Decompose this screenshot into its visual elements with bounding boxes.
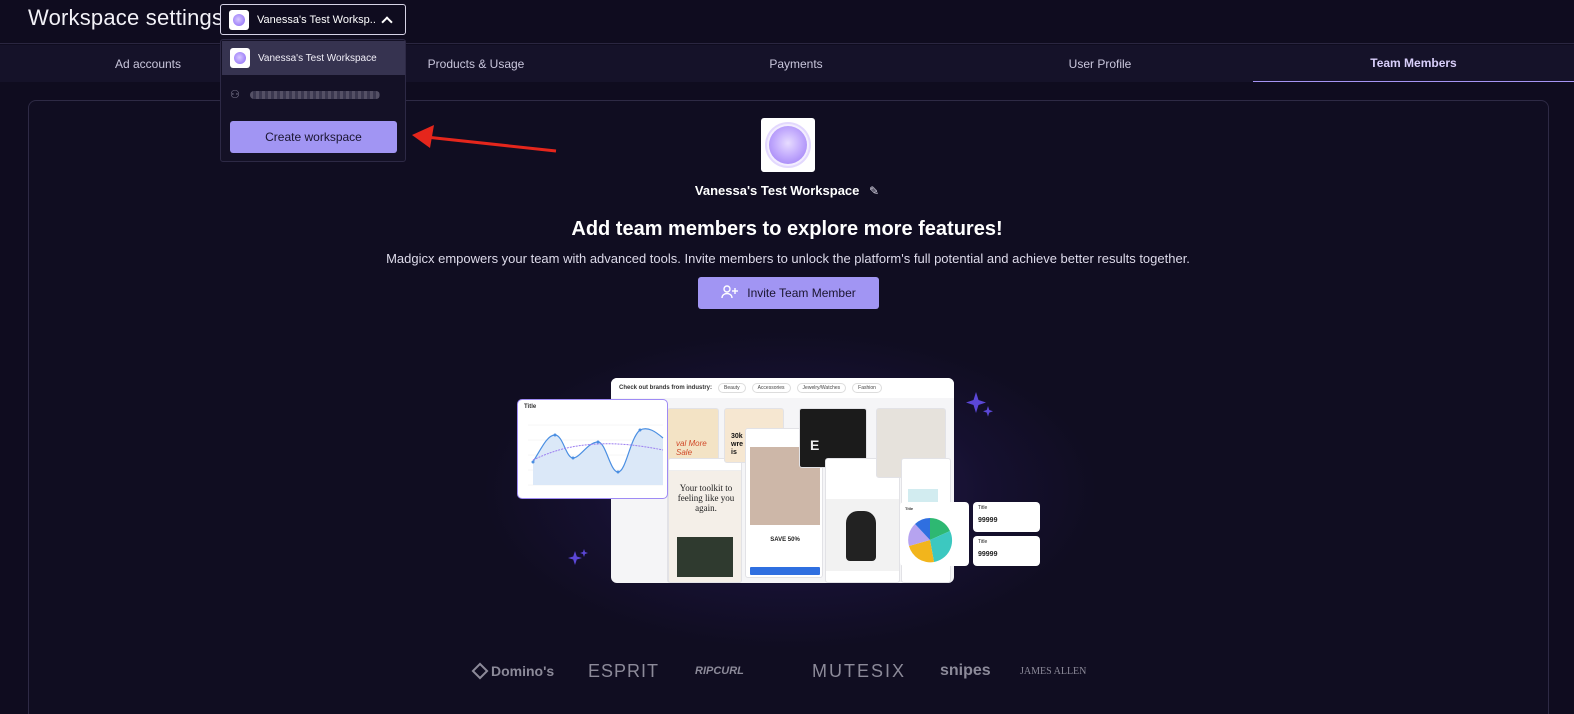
tab-payments[interactable]: Payments	[648, 45, 944, 82]
brands-panel-title: Check out brands from industry:	[619, 385, 713, 391]
blurred-workspace-name	[250, 91, 380, 99]
sparkle-icon	[966, 392, 993, 417]
pie-chart-illustration	[908, 518, 953, 563]
stat-card-title: Title	[978, 505, 988, 511]
create-workspace-button[interactable]: Create workspace	[230, 121, 397, 153]
chevron-up-icon	[381, 15, 393, 28]
chart-card-title: Title	[524, 404, 537, 410]
pie-chart-card: Title	[900, 502, 969, 566]
sparkle-icon	[568, 549, 588, 565]
brands-panel-header: Check out brands from industry: Beauty A…	[611, 378, 954, 398]
logo-mutesix: MUTESIX	[812, 660, 907, 681]
stat-card: Title 99999	[973, 502, 1040, 532]
stat-card: Title 99999	[973, 536, 1040, 566]
logo-dominos: Domino's	[471, 656, 554, 686]
workspace-option[interactable]: ⚇	[222, 78, 405, 112]
invite-description: Madgicx empowers your team with advanced…	[386, 251, 1190, 266]
stat-card-value: 99999	[978, 551, 998, 558]
industry-chip: Beauty	[718, 383, 746, 393]
team-icon: ⚇	[230, 89, 240, 101]
workspace-logo	[229, 9, 249, 30]
line-chart-illustration	[528, 424, 664, 486]
industry-chip: Accessories	[751, 383, 791, 393]
ad-tile-text: val More Sale	[676, 439, 707, 457]
page-header: Workspace settings Vanessa's Test Worksp…	[0, 0, 1574, 44]
workspace-avatar[interactable]	[761, 118, 815, 172]
workspace-name-row: Vanessa's Test Workspace ✎	[0, 183, 1574, 198]
workspace-select[interactable]: Vanessa's Test Worksp...	[220, 4, 406, 35]
workspace-name: Vanessa's Test Workspace	[694, 183, 860, 198]
sale-text: SAVE 50%	[770, 537, 800, 543]
industry-chip: Jewelry/Watches	[796, 383, 847, 393]
logo-esprit: ESPRIT	[588, 660, 660, 681]
tab-team-members[interactable]: Team Members	[1253, 45, 1574, 82]
add-user-icon	[721, 284, 739, 302]
stat-card-title: Title	[978, 539, 988, 545]
toolkit-ad: Your toolkit to feeling like you again.	[668, 458, 742, 583]
logo-ripcurl: RIPCURL	[695, 665, 744, 677]
edit-icon[interactable]: ✎	[869, 184, 879, 198]
line-chart-card: Title	[517, 399, 668, 499]
workspace-dropdown: Vanessa's Test Workspace ⚇ Create worksp…	[220, 39, 406, 162]
invite-headline: Add team members to explore more feature…	[571, 218, 1003, 240]
page-title: Workspace settings	[28, 5, 224, 30]
workspace-select-value: Vanessa's Test Worksp...	[257, 13, 375, 26]
logo-snipes: snipes	[940, 662, 991, 679]
toolkit-text: Your toolkit to feeling like you again.	[677, 483, 735, 513]
product-image	[677, 537, 733, 577]
stat-card-value: 99999	[978, 517, 998, 524]
red-arrow-annotation	[412, 125, 557, 153]
invite-button-label: Invite Team Member	[747, 286, 856, 300]
industry-chip: Fashion	[852, 383, 882, 393]
customer-logos: Domino's ESPRIT RIPCURL MUTESIX snipes J…	[470, 656, 1110, 686]
athlete-image	[846, 511, 876, 561]
invite-team-member-button[interactable]: Invite Team Member	[698, 277, 879, 309]
workspace-logo	[230, 48, 250, 68]
workspace-option[interactable]: Vanessa's Test Workspace	[222, 41, 405, 75]
pie-card-title: Title	[905, 506, 914, 511]
logo-james-allen: JAMES ALLEN	[1020, 665, 1087, 677]
workspace-option-label: Vanessa's Test Workspace	[258, 52, 377, 64]
tab-user-profile[interactable]: User Profile	[952, 45, 1248, 82]
